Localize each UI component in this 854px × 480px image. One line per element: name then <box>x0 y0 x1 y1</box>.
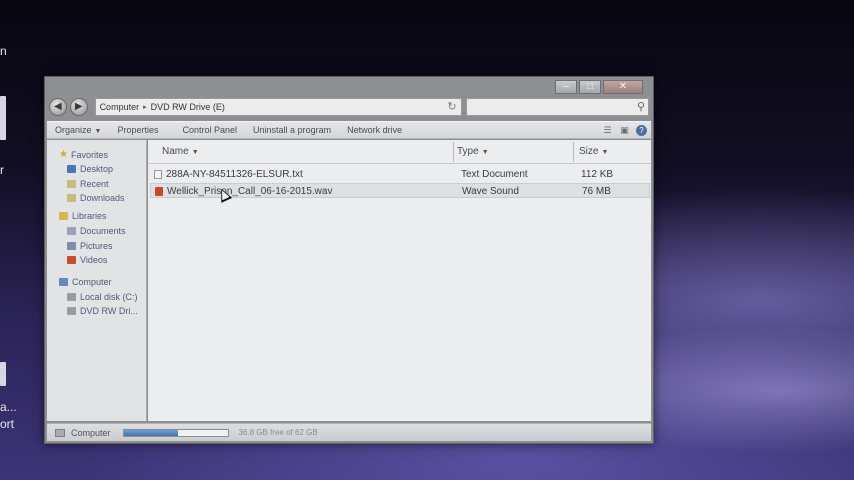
hard-drive-icon <box>67 293 76 301</box>
view-controls: ☰ ▣ ? <box>602 124 651 136</box>
desktop-icon-fragment-2[interactable] <box>0 362 6 386</box>
star-icon: ★ <box>59 149 68 160</box>
column-type[interactable]: Type ▼ <box>457 146 489 157</box>
network-drive-button[interactable]: Network drive <box>347 125 402 135</box>
file-type: Text Document <box>461 169 528 180</box>
nav-documents-label: Documents <box>80 226 126 236</box>
text-file-icon <box>154 170 162 179</box>
minimize-button[interactable]: – <box>555 80 577 94</box>
chevron-down-icon: ▼ <box>94 128 102 135</box>
navigation-pane: ★ Favorites Desktop Recent Downloads Libr… <box>47 140 147 421</box>
nav-libraries-label: Libraries <box>72 211 107 221</box>
nav-desktop[interactable]: Desktop <box>67 164 113 174</box>
column-type-label: Type <box>457 146 479 157</box>
column-name[interactable]: Name ▼ <box>162 146 199 157</box>
column-divider[interactable] <box>573 142 574 162</box>
computer-icon <box>59 278 68 286</box>
column-header: Name ▼ Type ▼ Size ▼ <box>148 140 651 164</box>
uninstall-program-button[interactable]: Uninstall a program <box>253 125 331 135</box>
address-bar[interactable]: Computer ▸ DVD RW Drive (E) ↻ <box>94 98 462 116</box>
nav-pictures-label: Pictures <box>80 241 113 251</box>
chevron-down-icon: ▼ <box>481 149 489 156</box>
free-space-text: 36.8 GB free of 62 GB <box>238 428 318 437</box>
breadcrumb-separator-icon: ▸ <box>143 104 147 111</box>
nav-videos-label: Videos <box>80 255 108 265</box>
nav-libraries[interactable]: Libraries <box>59 211 107 221</box>
nav-dvd-drive[interactable]: DVD RW Dri... <box>67 306 138 316</box>
column-size-label: Size <box>579 146 599 157</box>
refresh-icon[interactable]: ↻ <box>447 100 456 113</box>
file-size: 112 KB <box>581 169 614 180</box>
file-type: Wave Sound <box>462 186 519 197</box>
nav-videos[interactable]: Videos <box>67 255 107 265</box>
downloads-icon <box>67 194 76 202</box>
sort-caret-icon: ▼ <box>191 149 199 156</box>
status-bar: Computer 36.8 GB free of 62 GB <box>47 423 651 441</box>
recent-icon <box>67 180 76 188</box>
nav-favorites-label: Favorites <box>70 149 108 160</box>
forward-button[interactable]: ▶ <box>69 98 88 116</box>
nav-computer[interactable]: Computer <box>59 277 112 287</box>
nav-documents[interactable]: Documents <box>67 226 126 236</box>
desktop-label-fragment-2: r <box>0 163 4 177</box>
caption-buttons: – □ ✕ <box>555 80 643 94</box>
videos-icon <box>67 256 76 264</box>
pictures-icon <box>67 242 76 250</box>
view-list-icon[interactable]: ☰ <box>602 125 613 135</box>
nav-downloads-label: Downloads <box>80 193 125 203</box>
help-icon[interactable]: ? <box>636 124 647 136</box>
explorer-window: – □ ✕ ◀ ▶ Computer ▸ DVD RW Drive (E) ↻ … <box>44 76 654 444</box>
desktop-label-fragment-4: ort <box>0 417 15 431</box>
organize-label: Organize <box>55 125 92 135</box>
search-icon[interactable]: ⚲ <box>637 100 645 113</box>
breadcrumb-computer[interactable]: Computer <box>100 102 140 112</box>
dvd-drive-icon <box>67 307 76 315</box>
status-location: Computer <box>71 427 111 438</box>
disk-usage-bar <box>122 428 229 437</box>
file-name: Wellick_Prison_Call_06-16-2015.wav <box>167 186 333 197</box>
breadcrumb-dvd-drive[interactable]: DVD RW Drive (E) <box>151 102 225 112</box>
desktop-label-fragment-1: n <box>0 44 7 58</box>
navigation-row: ◀ ▶ Computer ▸ DVD RW Drive (E) ↻ ⚲ <box>49 97 649 117</box>
libraries-folder-icon <box>59 212 68 220</box>
command-bar: Organize ▼ Properties Control Panel Unins… <box>47 121 651 139</box>
documents-icon <box>67 227 76 235</box>
organize-button[interactable]: Organize ▼ <box>55 125 101 135</box>
computer-drive-icon <box>55 428 65 437</box>
nav-local-disk[interactable]: Local disk (C:) <box>67 292 138 302</box>
audio-file-icon <box>155 187 163 196</box>
properties-button[interactable]: Properties <box>117 125 158 135</box>
disk-usage-fill <box>123 429 178 436</box>
file-name: 288A-NY-84511326-ELSUR.txt <box>166 169 303 180</box>
nav-downloads[interactable]: Downloads <box>67 193 125 203</box>
maximize-button[interactable]: □ <box>579 80 601 94</box>
chevron-down-icon: ▼ <box>601 149 609 156</box>
back-arrow-icon: ◀ <box>54 101 62 112</box>
control-panel-button[interactable]: Control Panel <box>183 125 238 135</box>
column-divider[interactable] <box>453 142 454 162</box>
nav-computer-label: Computer <box>72 277 112 287</box>
forward-arrow-icon: ▶ <box>74 101 83 112</box>
desktop-icon <box>67 165 76 173</box>
file-size: 76 MB <box>582 186 611 197</box>
nav-desktop-label: Desktop <box>80 164 114 174</box>
nav-dvd-drive-label: DVD RW Dri... <box>80 306 138 316</box>
file-row-txt[interactable]: 288A-NY-84511326-ELSUR.txt Text Document… <box>150 167 650 182</box>
desktop-label-fragment-3: a... <box>0 400 17 414</box>
back-button[interactable]: ◀ <box>49 98 67 116</box>
column-size[interactable]: Size ▼ <box>579 146 608 157</box>
close-button[interactable]: ✕ <box>603 80 643 94</box>
preview-pane-icon[interactable]: ▣ <box>619 125 630 135</box>
nav-local-disk-label: Local disk (C:) <box>80 292 138 302</box>
file-list: Name ▼ Type ▼ Size ▼ 288A-NY-84511326-ELSUR… <box>148 140 651 421</box>
nav-pictures[interactable]: Pictures <box>67 241 113 251</box>
nav-recent[interactable]: Recent <box>67 179 109 189</box>
search-input[interactable]: ⚲ <box>465 98 649 116</box>
desktop-icon-fragment[interactable] <box>0 96 6 140</box>
column-name-label: Name <box>162 146 189 157</box>
nav-favorites[interactable]: ★ Favorites <box>59 149 108 160</box>
nav-recent-label: Recent <box>80 179 109 189</box>
